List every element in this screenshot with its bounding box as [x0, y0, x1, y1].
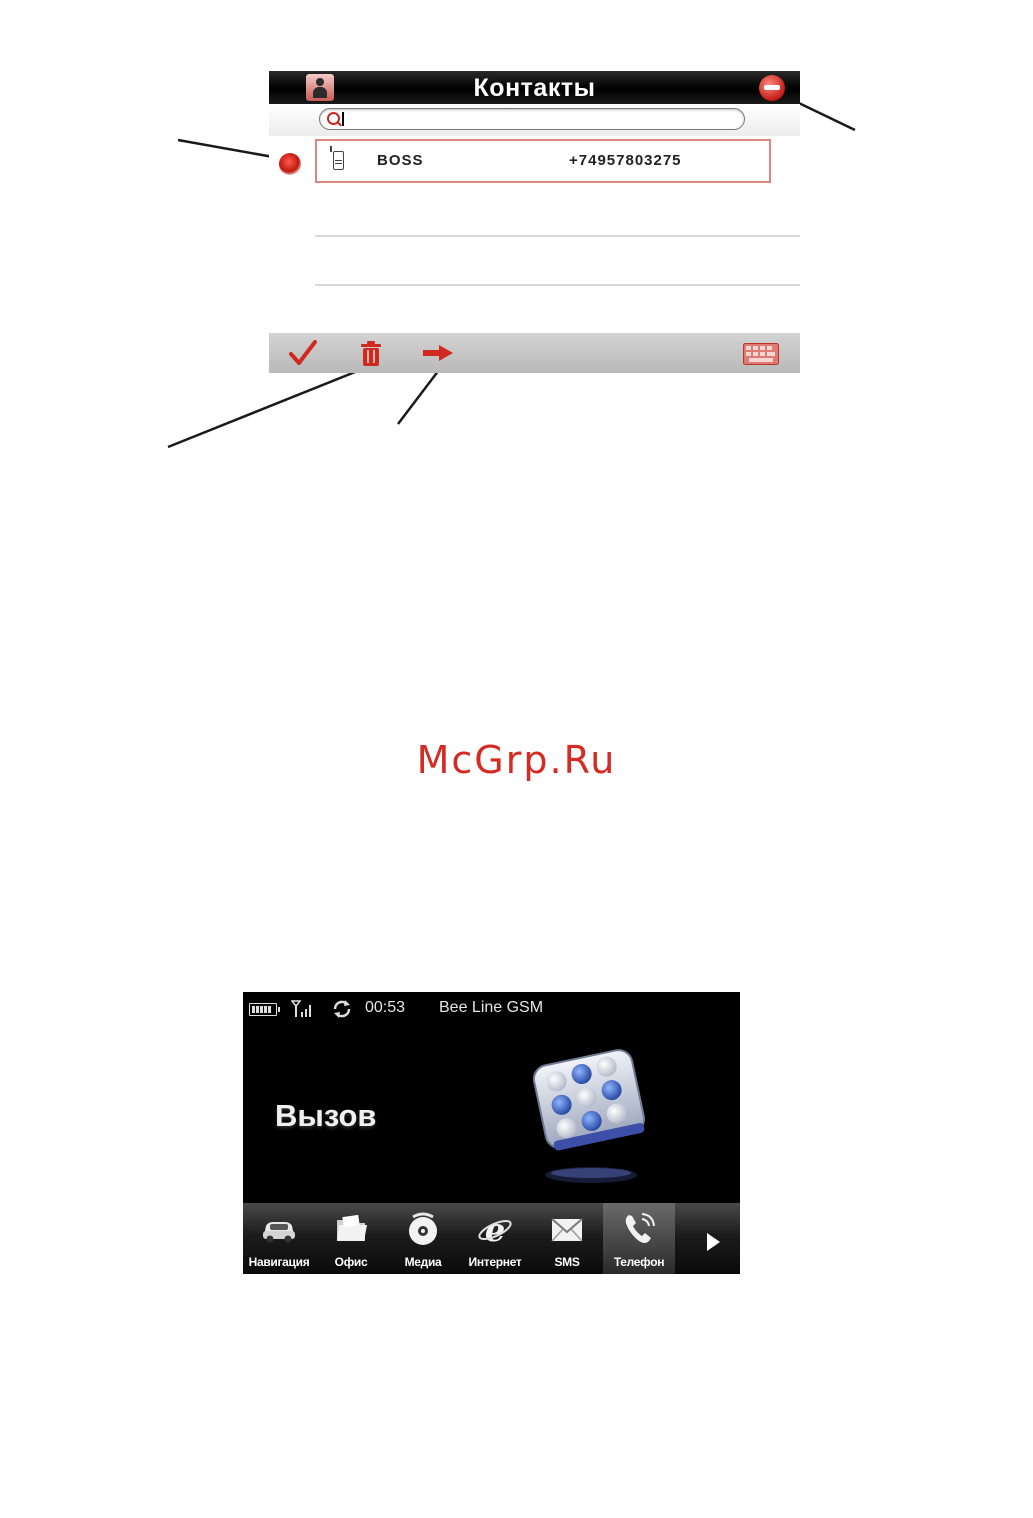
contact-number: +74957803275 — [569, 152, 682, 169]
dock-item-phone[interactable]: Телефон — [603, 1203, 675, 1274]
keyboard-icon[interactable] — [743, 343, 779, 365]
phone-main-screen: 00:53 Bee Line GSM Вызов Навигация Офис … — [243, 992, 740, 1274]
dock-label: Медиа — [404, 1255, 442, 1269]
folder-icon — [337, 1214, 367, 1241]
dock-label: Телефон — [613, 1255, 665, 1269]
checkmark-icon[interactable] — [289, 340, 317, 366]
dock-item-navigation[interactable]: Навигация — [243, 1203, 315, 1274]
envelope-icon — [551, 1218, 583, 1242]
battery-icon — [249, 1003, 280, 1016]
signal-strength-icon — [291, 1000, 311, 1017]
app-dock: Навигация Офис Медиа e Интернет SMS Теле… — [243, 1203, 740, 1274]
media-disc-icon — [409, 1212, 437, 1245]
contact-row[interactable]: BOSS +74957803275 — [315, 139, 771, 183]
car-icon — [263, 1222, 295, 1243]
internet-explorer-icon: e — [478, 1211, 512, 1247]
dock-label: Навигация — [248, 1255, 310, 1269]
dock-item-office[interactable]: Офис — [315, 1203, 387, 1274]
dock-item-media[interactable]: Медиа — [387, 1203, 459, 1274]
search-input[interactable] — [319, 108, 745, 130]
contact-name: BOSS — [377, 152, 424, 169]
forward-arrow-icon[interactable] — [423, 345, 453, 361]
page-title: Контакты — [473, 74, 596, 102]
phone-handset-icon — [625, 1213, 655, 1243]
search-icon — [327, 112, 340, 125]
text-caret — [342, 112, 344, 126]
status-time: 00:53 — [365, 999, 406, 1016]
empty-contact-row[interactable] — [315, 237, 800, 286]
dock-label: Интернет — [468, 1255, 522, 1269]
contacts-screen: Контакты BOSS +74957803275 — [269, 71, 800, 373]
contacts-toolbar — [269, 333, 800, 373]
empty-contact-row[interactable] — [315, 189, 800, 237]
network-operator: Bee Line GSM — [439, 999, 544, 1016]
trash-icon[interactable] — [360, 341, 382, 367]
watermark-text: McGrp.Ru — [416, 738, 617, 782]
search-bar — [269, 104, 800, 136]
back-icon[interactable] — [759, 75, 785, 101]
contacts-header: Контакты — [269, 71, 800, 104]
dock-label: SMS — [554, 1255, 580, 1269]
screen-title: Вызов — [275, 1098, 377, 1133]
mobile-phone-icon — [330, 146, 344, 170]
dialpad-icon[interactable] — [529, 1049, 649, 1189]
row-select-indicator[interactable] — [279, 153, 301, 175]
dock-item-internet[interactable]: e Интернет — [459, 1203, 531, 1274]
callout-line-delete — [167, 366, 366, 449]
callout-line-forward — [397, 365, 443, 425]
svg-text:e: e — [485, 1211, 505, 1247]
dock-label: Офис — [334, 1255, 368, 1269]
status-bar: 00:53 Bee Line GSM — [243, 992, 740, 1022]
sync-icon — [333, 1000, 351, 1018]
dock-item-sms[interactable]: SMS — [531, 1203, 603, 1274]
play-arrow-icon[interactable] — [707, 1233, 720, 1251]
